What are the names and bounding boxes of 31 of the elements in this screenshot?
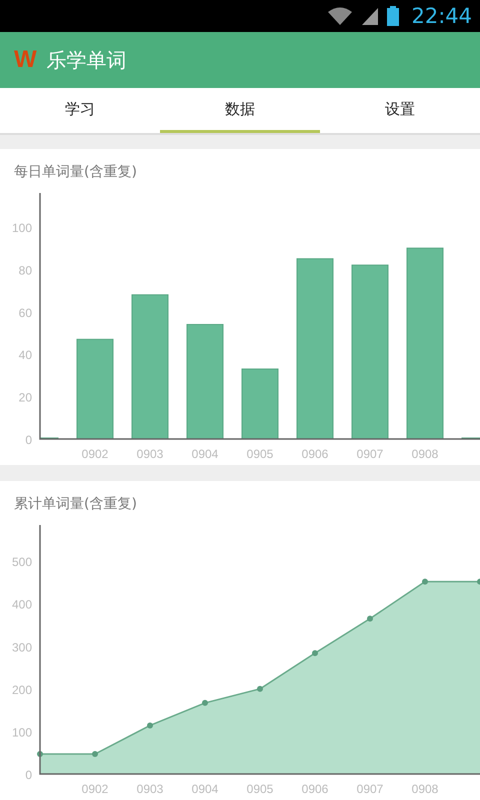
axis-tick-label: 0903 — [136, 447, 164, 461]
axis-tick-label: 0907 — [356, 782, 384, 796]
axis-tick-label: 0908 — [412, 782, 438, 796]
app-logo: W — [14, 46, 37, 74]
axis-tick-label: 0903 — [136, 782, 164, 796]
axis-tick-label: 0902 — [82, 782, 108, 796]
axis-tick-label: 40 — [18, 348, 32, 362]
axis-tick-label: 0906 — [302, 447, 328, 461]
axis-tick-label: 300 — [12, 640, 32, 654]
axis-tick-label: 80 — [18, 263, 32, 278]
axis-tick-label: 0904 — [192, 782, 218, 796]
axis-tick-label: 100 — [12, 220, 32, 235]
axis-tick-label: 0906 — [302, 782, 328, 796]
axis-tick-label: 0905 — [246, 782, 274, 796]
axis-tick-label: 200 — [12, 682, 32, 697]
axis-tick-label: 0907 — [356, 447, 384, 461]
axis-tick-label: 0 — [25, 768, 32, 782]
axis-tick-label: 0905 — [246, 447, 274, 461]
app-title: 乐学单词 — [46, 46, 127, 74]
chart-title: 累计单词量(含重复) — [13, 495, 138, 514]
chart-title: 每日单词量(含重复) — [13, 163, 138, 182]
axis-tick-label: 0908 — [412, 447, 438, 461]
axis-tick-label: 0904 — [192, 447, 218, 461]
axis-tick-label: 100 — [12, 725, 32, 740]
axis-tick-label: 60 — [18, 306, 32, 320]
axis-tick-label: 0902 — [82, 447, 108, 461]
axis-tick-label: 500 — [12, 555, 32, 570]
axis-tick-label: 20 — [18, 390, 32, 405]
axis-tick-label: 400 — [12, 598, 32, 612]
clock-time: 22:44 — [411, 4, 472, 28]
axis-tick-label: 0 — [25, 433, 32, 447]
